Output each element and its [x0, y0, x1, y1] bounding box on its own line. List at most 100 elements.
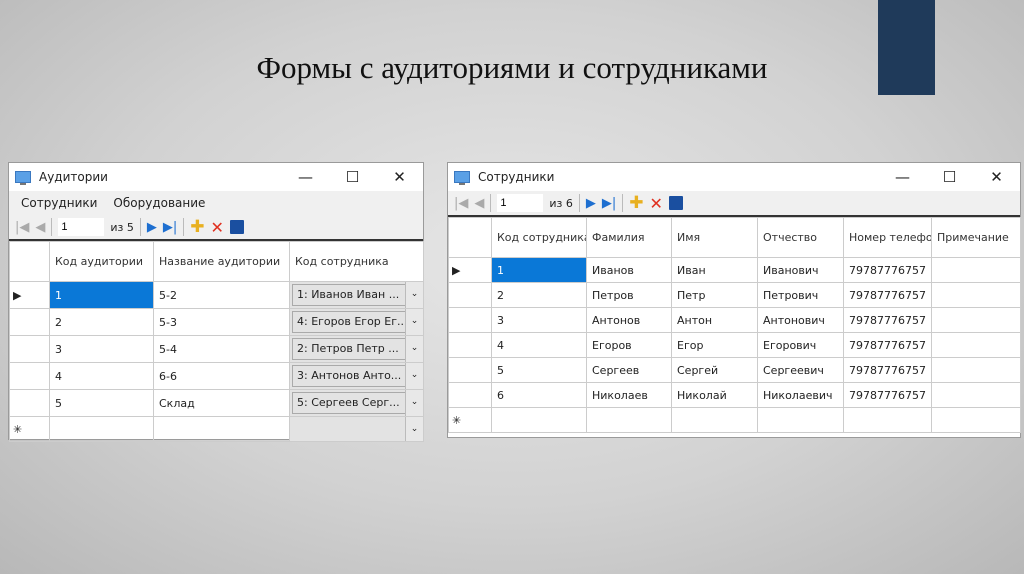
cell[interactable]: 5 [491, 357, 587, 383]
cell[interactable]: 79787776757 [843, 257, 932, 283]
chevron-down-icon[interactable]: ⌄ [405, 336, 423, 362]
cell[interactable] [491, 407, 587, 433]
cell[interactable]: Иванович [757, 257, 844, 283]
chevron-down-icon[interactable]: ⌄ [405, 390, 423, 416]
employee-combo[interactable]: ⌄ [289, 416, 424, 442]
cell[interactable]: Иванов [586, 257, 672, 283]
column-header[interactable]: Отчество [757, 217, 844, 258]
minimize-button[interactable]: — [282, 168, 329, 186]
table-row[interactable]: 2 5-3 4: Егоров Егор Ег... ⌄ [9, 308, 424, 336]
cell[interactable]: Егоров [586, 332, 672, 358]
cell[interactable]: 4 [491, 332, 587, 358]
cell[interactable]: Антонович [757, 307, 844, 333]
row-header[interactable] [448, 382, 492, 408]
move-previous-icon[interactable]: ◀ [35, 220, 45, 235]
position-input[interactable] [497, 194, 544, 212]
table-row[interactable]: ▶ 1 Иванов Иван Иванович 79787776757 [448, 257, 1021, 283]
cell[interactable] [49, 416, 154, 442]
row-header[interactable]: ▶ [448, 257, 492, 283]
cell[interactable] [843, 407, 932, 433]
cell[interactable]: Иван [671, 257, 758, 283]
cell[interactable]: Николаевич [757, 382, 844, 408]
cell[interactable]: 3 [49, 335, 154, 363]
cell[interactable]: 5 [49, 389, 154, 417]
new-row[interactable]: ✳ ⌄ [9, 416, 424, 442]
move-last-icon[interactable]: ▶| [163, 220, 177, 235]
cell[interactable]: Антон [671, 307, 758, 333]
cell[interactable]: 3 [491, 307, 587, 333]
table-row[interactable]: 6 Николаев Николай Николаевич 79787776757 [448, 382, 1021, 408]
menu-sotrudniki[interactable]: Сотрудники [13, 196, 105, 210]
cell[interactable]: Сергеев [586, 357, 672, 383]
minimize-button[interactable]: — [879, 168, 926, 186]
delete-icon[interactable]: ✕ [650, 194, 663, 213]
add-new-icon[interactable]: ✚ [629, 193, 643, 213]
table-row[interactable]: 3 5-4 2: Петров Петр ... ⌄ [9, 335, 424, 363]
save-icon[interactable] [229, 220, 244, 234]
table-row[interactable]: 3 Антонов Антон Антонович 79787776757 [448, 307, 1021, 333]
table-row[interactable]: 5 Сергеев Сергей Сергеевич 79787776757 [448, 357, 1021, 383]
position-input[interactable] [58, 218, 105, 236]
maximize-button[interactable]: ☐ [329, 168, 376, 186]
row-header[interactable] [9, 389, 50, 417]
move-first-icon[interactable]: |◀ [454, 196, 468, 211]
move-first-icon[interactable]: |◀ [15, 220, 29, 235]
cell[interactable] [931, 332, 1021, 358]
cell[interactable]: 79787776757 [843, 307, 932, 333]
table-row[interactable]: 2 Петров Петр Петрович 79787776757 [448, 282, 1021, 308]
chevron-down-icon[interactable]: ⌄ [405, 309, 423, 335]
cell[interactable]: Петров [586, 282, 672, 308]
move-next-icon[interactable]: ▶ [147, 220, 157, 235]
cell[interactable]: 79787776757 [843, 382, 932, 408]
cell[interactable]: Николай [671, 382, 758, 408]
cell[interactable]: Петрович [757, 282, 844, 308]
cell[interactable]: 1 [491, 257, 587, 283]
column-header[interactable]: Название аудитории [153, 241, 290, 282]
column-header[interactable]: Фамилия [586, 217, 672, 258]
move-previous-icon[interactable]: ◀ [474, 196, 484, 211]
cell[interactable]: 5-3 [153, 308, 290, 336]
cell[interactable]: 6 [491, 382, 587, 408]
cell[interactable]: 2 [491, 282, 587, 308]
employee-combo[interactable]: 5: Сергеев Серг... ⌄ [289, 389, 424, 417]
cell[interactable]: Петр [671, 282, 758, 308]
cell[interactable] [931, 382, 1021, 408]
move-last-icon[interactable]: ▶| [602, 196, 616, 211]
cell[interactable] [931, 257, 1021, 283]
cell[interactable]: 79787776757 [843, 357, 932, 383]
table-row[interactable]: 4 6-6 3: Антонов Анто... ⌄ [9, 362, 424, 390]
cell[interactable] [931, 307, 1021, 333]
row-header[interactable]: ✳ [9, 416, 50, 442]
cell[interactable] [931, 407, 1021, 433]
row-header[interactable] [9, 362, 50, 390]
cell[interactable]: Склад [153, 389, 290, 417]
cell[interactable] [153, 416, 290, 442]
cell[interactable]: 1 [49, 281, 154, 309]
new-row[interactable]: ✳ [448, 407, 1021, 433]
add-new-icon[interactable]: ✚ [190, 217, 204, 237]
cell[interactable]: Егор [671, 332, 758, 358]
cell[interactable] [757, 407, 844, 433]
row-header[interactable] [448, 307, 492, 333]
cell[interactable]: Сергеевич [757, 357, 844, 383]
cell[interactable]: 5-4 [153, 335, 290, 363]
menu-oborudovanie[interactable]: Оборудование [105, 196, 213, 210]
cell[interactable]: Егорович [757, 332, 844, 358]
row-header[interactable] [448, 357, 492, 383]
employee-combo[interactable]: 4: Егоров Егор Ег... ⌄ [289, 308, 424, 336]
delete-icon[interactable]: ✕ [211, 218, 224, 237]
move-next-icon[interactable]: ▶ [586, 196, 596, 211]
chevron-down-icon[interactable]: ⌄ [405, 363, 423, 389]
table-row[interactable]: ▶ 1 5-2 1: Иванов Иван ... ⌄ [9, 281, 424, 309]
sotrudniki-grid[interactable]: Код сотрудника Фамилия Имя Отчество Номер те… [448, 217, 1021, 433]
cell[interactable]: 79787776757 [843, 332, 932, 358]
close-button[interactable]: ✕ [376, 168, 423, 186]
row-header[interactable]: ✳ [448, 407, 492, 433]
employee-combo[interactable]: 2: Петров Петр ... ⌄ [289, 335, 424, 363]
cell[interactable]: Антонов [586, 307, 672, 333]
cell[interactable] [931, 282, 1021, 308]
cell[interactable] [931, 357, 1021, 383]
cell[interactable]: 5-2 [153, 281, 290, 309]
table-row[interactable]: 4 Егоров Егор Егорович 79787776757 [448, 332, 1021, 358]
close-button[interactable]: ✕ [973, 168, 1020, 186]
